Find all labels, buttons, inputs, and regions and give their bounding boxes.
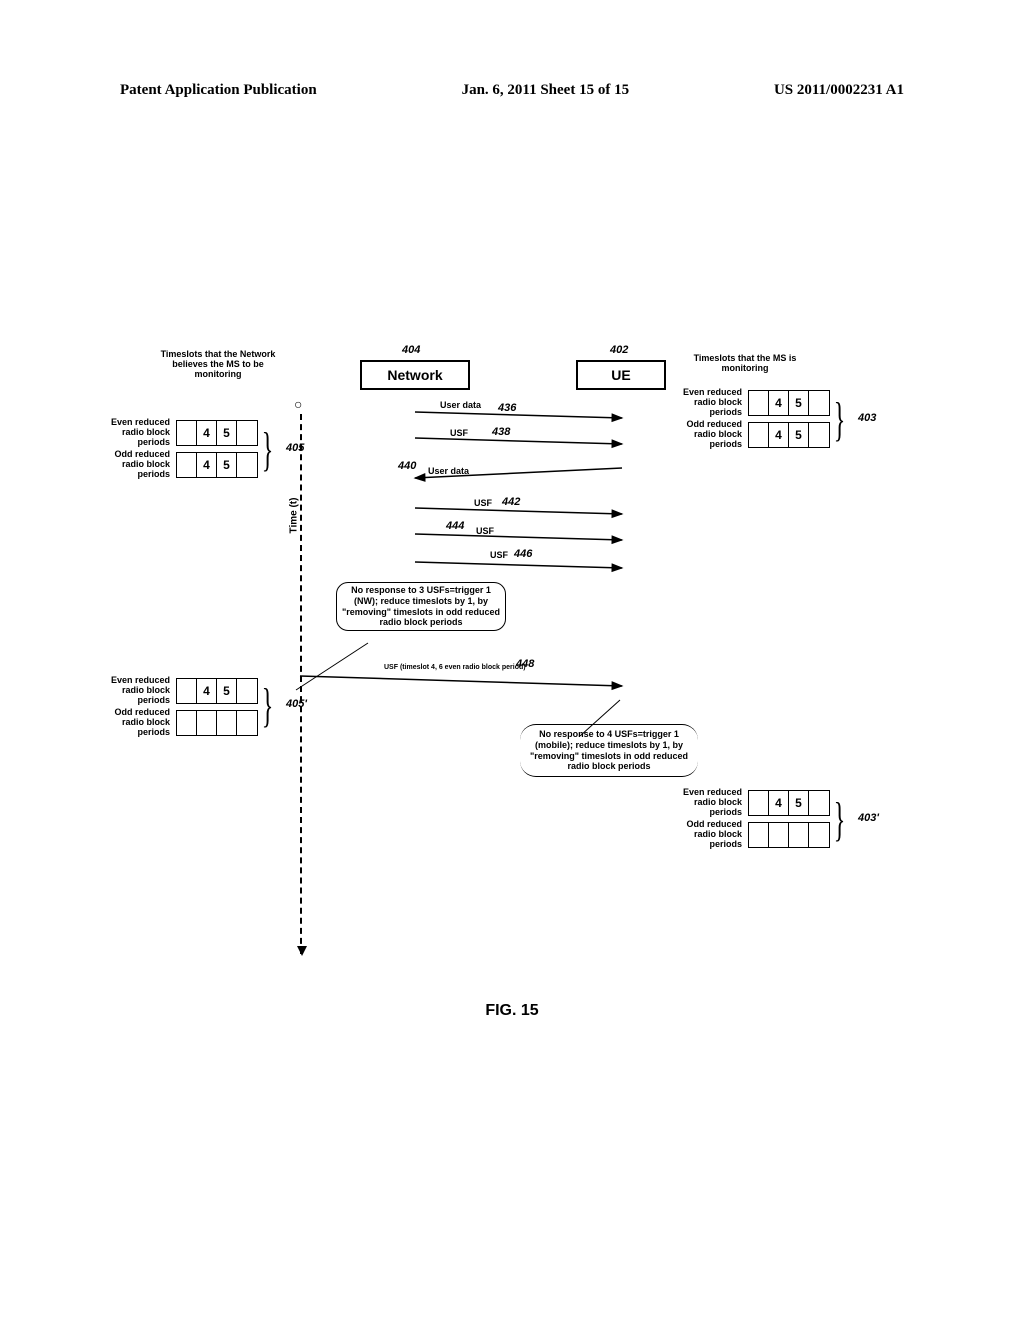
ue-box: UE: [576, 360, 666, 390]
ue-even-label-2: Even reduced radio block periods: [672, 788, 742, 818]
ue-even-grid-1: 45: [748, 390, 830, 416]
nw-even-grid-1: 45: [176, 420, 258, 446]
brace-ue-2: }: [834, 796, 846, 844]
brace-nw-1: }: [262, 426, 274, 474]
ref-440: 440: [398, 460, 416, 472]
ue-odd-label-1: Odd reduced radio block periods: [672, 420, 742, 450]
nw-odd-label-1: Odd reduced radio block periods: [100, 450, 170, 480]
ue-even-grid-2: 45: [748, 790, 830, 816]
nw-trigger-box: No response to 3 USFs=trigger 1 (NW); re…: [336, 582, 506, 631]
ref-ue: 402: [610, 344, 628, 356]
nw-odd-grid-2: [176, 710, 258, 736]
usf-label-2: USF: [474, 498, 492, 508]
usf-label-4: USF: [490, 550, 508, 560]
nw-even-label-1: Even reduced radio block periods: [100, 418, 170, 448]
ref-403: 403: [858, 412, 876, 424]
figure-label: FIG. 15: [0, 1002, 1024, 1020]
ue-odd-grid-2: [748, 822, 830, 848]
ref-446: 446: [514, 548, 532, 560]
ref-442: 442: [502, 496, 520, 508]
ue-monitoring-title: Timeslots that the MS is monitoring: [680, 354, 810, 374]
header-right: US 2011/0002231 A1: [774, 82, 904, 99]
nw-even-grid-2: 45: [176, 678, 258, 704]
ue-odd-label-2: Odd reduced radio block periods: [672, 820, 742, 850]
ref-438: 438: [492, 426, 510, 438]
ref-444: 444: [446, 520, 464, 532]
userdata-label-1: User data: [440, 400, 481, 410]
ue-trigger-box: No response to 4 USFs=trigger 1 (mobile)…: [520, 724, 698, 777]
usf-label-3: USF: [476, 526, 494, 536]
header-center: Jan. 6, 2011 Sheet 15 of 15: [462, 82, 630, 99]
usf-label-1: USF: [450, 428, 468, 438]
nw-odd-label-2: Odd reduced radio block periods: [100, 708, 170, 738]
time-axis: [300, 414, 302, 954]
time-arrow-icon: [297, 946, 307, 956]
network-box: Network: [360, 360, 470, 390]
nw-odd-grid-1: 45: [176, 452, 258, 478]
nw-even-label-2: Even reduced radio block periods: [100, 676, 170, 706]
ref-403p: 403': [858, 812, 879, 824]
brace-ue-1: }: [834, 396, 846, 444]
ue-even-label-1: Even reduced radio block periods: [672, 388, 742, 418]
userdata-label-2: User data: [428, 466, 469, 476]
usf-ts-label: USF (timeslot 4, 6 even radio block peri…: [384, 664, 526, 671]
sequence-diagram: Network 404 UE 402 Timeslots that the Ne…: [100, 340, 930, 980]
ue-odd-grid-1: 45: [748, 422, 830, 448]
brace-nw-2: }: [262, 682, 274, 730]
ref-network: 404: [402, 344, 420, 356]
time-axis-origin: ○: [294, 396, 302, 412]
ref-405p: 405': [286, 698, 307, 710]
nw-monitoring-title: Timeslots that the Network believes the …: [148, 350, 288, 380]
header-left: Patent Application Publication: [120, 82, 317, 99]
time-label: Time (t): [288, 498, 299, 534]
ref-436: 436: [498, 402, 516, 414]
ref-448: 448: [516, 658, 534, 670]
